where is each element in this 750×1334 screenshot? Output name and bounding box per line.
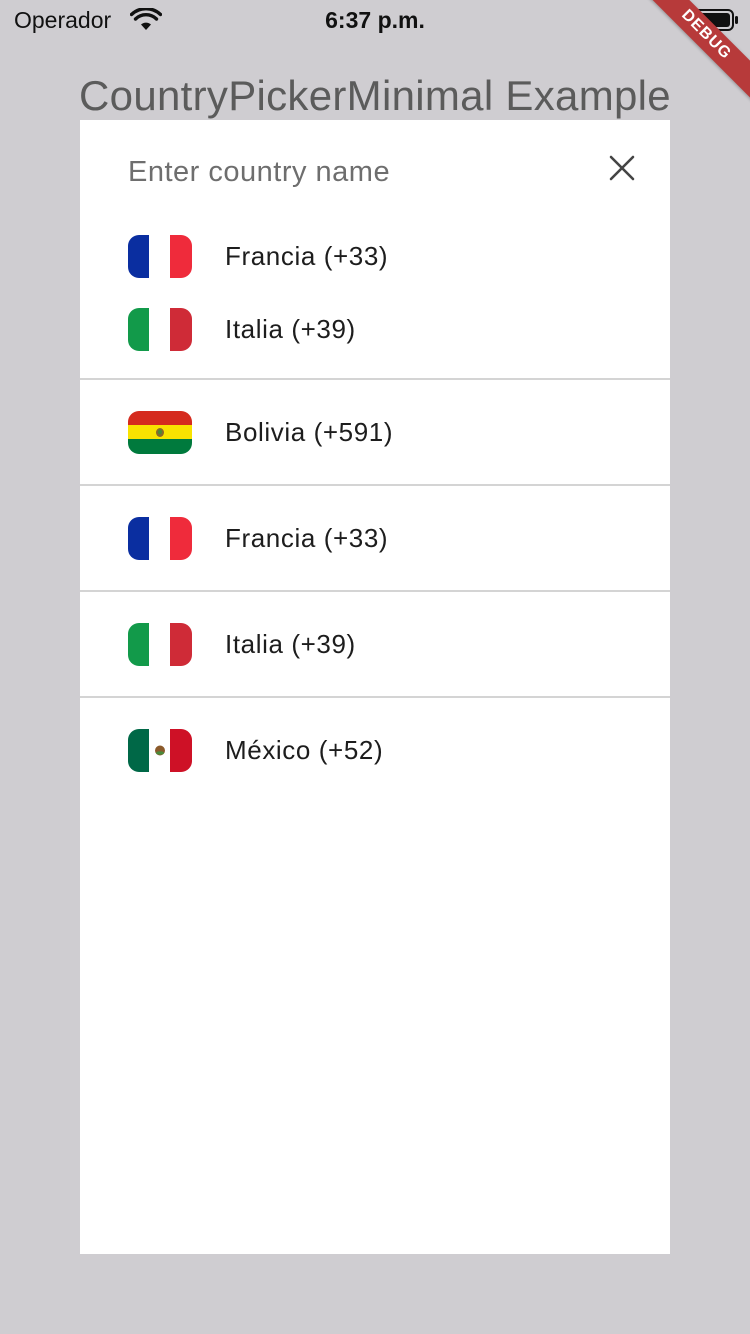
country-label: Bolivia (+591) — [225, 416, 394, 447]
fr-flag-icon — [128, 235, 192, 278]
clock: 6:37 p.m. — [325, 7, 425, 33]
mx-flag-icon — [128, 728, 192, 772]
country-label: Italia (+39) — [225, 314, 356, 344]
search-input[interactable] — [128, 150, 568, 194]
list-item-france[interactable]: Francia (+33) — [80, 486, 670, 590]
fr-flag-icon — [128, 516, 192, 560]
list-item-mexico[interactable]: México (+52) — [80, 698, 670, 802]
list-item-italy[interactable]: Italia (+39) — [80, 592, 670, 696]
it-flag-icon — [128, 622, 192, 666]
country-label: Italia (+39) — [225, 628, 356, 659]
close-icon[interactable] — [608, 154, 636, 187]
favorites-list: Francia (+33) Italia (+39) Bolivia (+591… — [80, 220, 670, 802]
app-title: CountryPickerMinimal Example — [79, 72, 671, 119]
favorite-item-france[interactable]: Francia (+33) — [80, 220, 670, 293]
bo-flag-icon — [128, 410, 192, 454]
status-bar: Operador 6:37 p.m. — [0, 0, 750, 40]
list-item-bolivia[interactable]: Bolivia (+591) — [80, 380, 670, 484]
search-row — [80, 120, 670, 220]
country-picker-dialog: Francia (+33) Italia (+39) — [80, 120, 670, 1254]
it-flag-icon — [128, 308, 192, 351]
country-label: México (+52) — [225, 734, 384, 765]
country-label: Francia (+33) — [225, 241, 389, 271]
favorite-item-italy[interactable]: Italia (+39) — [80, 293, 670, 366]
country-label: Francia (+33) — [225, 522, 389, 553]
